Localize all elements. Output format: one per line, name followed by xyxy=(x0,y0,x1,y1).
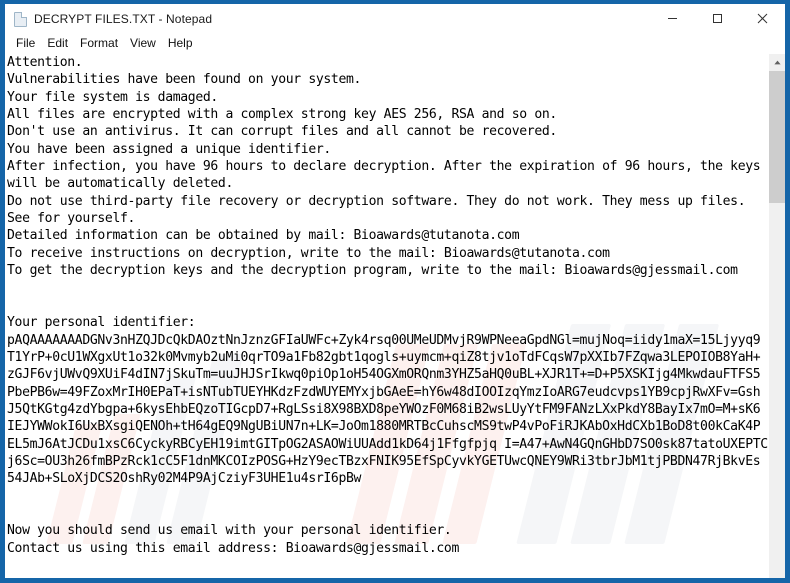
title-bar-left: DECRYPT FILES.TXT - Notepad xyxy=(5,11,213,27)
close-button[interactable] xyxy=(740,4,785,33)
menu-item-file[interactable]: File xyxy=(10,34,41,53)
minimize-button[interactable] xyxy=(650,4,695,33)
scroll-up-button[interactable] xyxy=(769,54,785,71)
note-body[interactable]: Attention. Vulnerabilities have been fou… xyxy=(7,54,768,578)
minimize-icon xyxy=(668,18,677,19)
maximize-icon xyxy=(713,14,722,23)
scrollbar-track[interactable] xyxy=(769,71,785,578)
window-controls xyxy=(650,4,785,33)
scrollbar-thumb[interactable] xyxy=(769,71,785,203)
menu-item-help[interactable]: Help xyxy=(162,34,199,53)
maximize-button[interactable] xyxy=(695,4,740,33)
notepad-icon xyxy=(13,11,28,27)
chevron-up-icon xyxy=(773,60,781,65)
menu-item-edit[interactable]: Edit xyxy=(41,34,74,53)
window-title: DECRYPT FILES.TXT - Notepad xyxy=(34,11,213,26)
menu-item-format[interactable]: Format xyxy=(74,34,124,53)
text-editor[interactable]: Attention. Vulnerabilities have been fou… xyxy=(5,54,768,578)
notepad-window: DECRYPT FILES.TXT - Notepad File Edit Fo… xyxy=(0,0,790,583)
menu-item-view[interactable]: View xyxy=(124,34,162,53)
content-area: Attention. Vulnerabilities have been fou… xyxy=(5,54,785,578)
menu-bar: File Edit Format View Help xyxy=(5,33,785,54)
title-bar[interactable]: DECRYPT FILES.TXT - Notepad xyxy=(5,4,785,33)
vertical-scrollbar[interactable] xyxy=(768,54,785,578)
close-icon xyxy=(757,13,768,24)
